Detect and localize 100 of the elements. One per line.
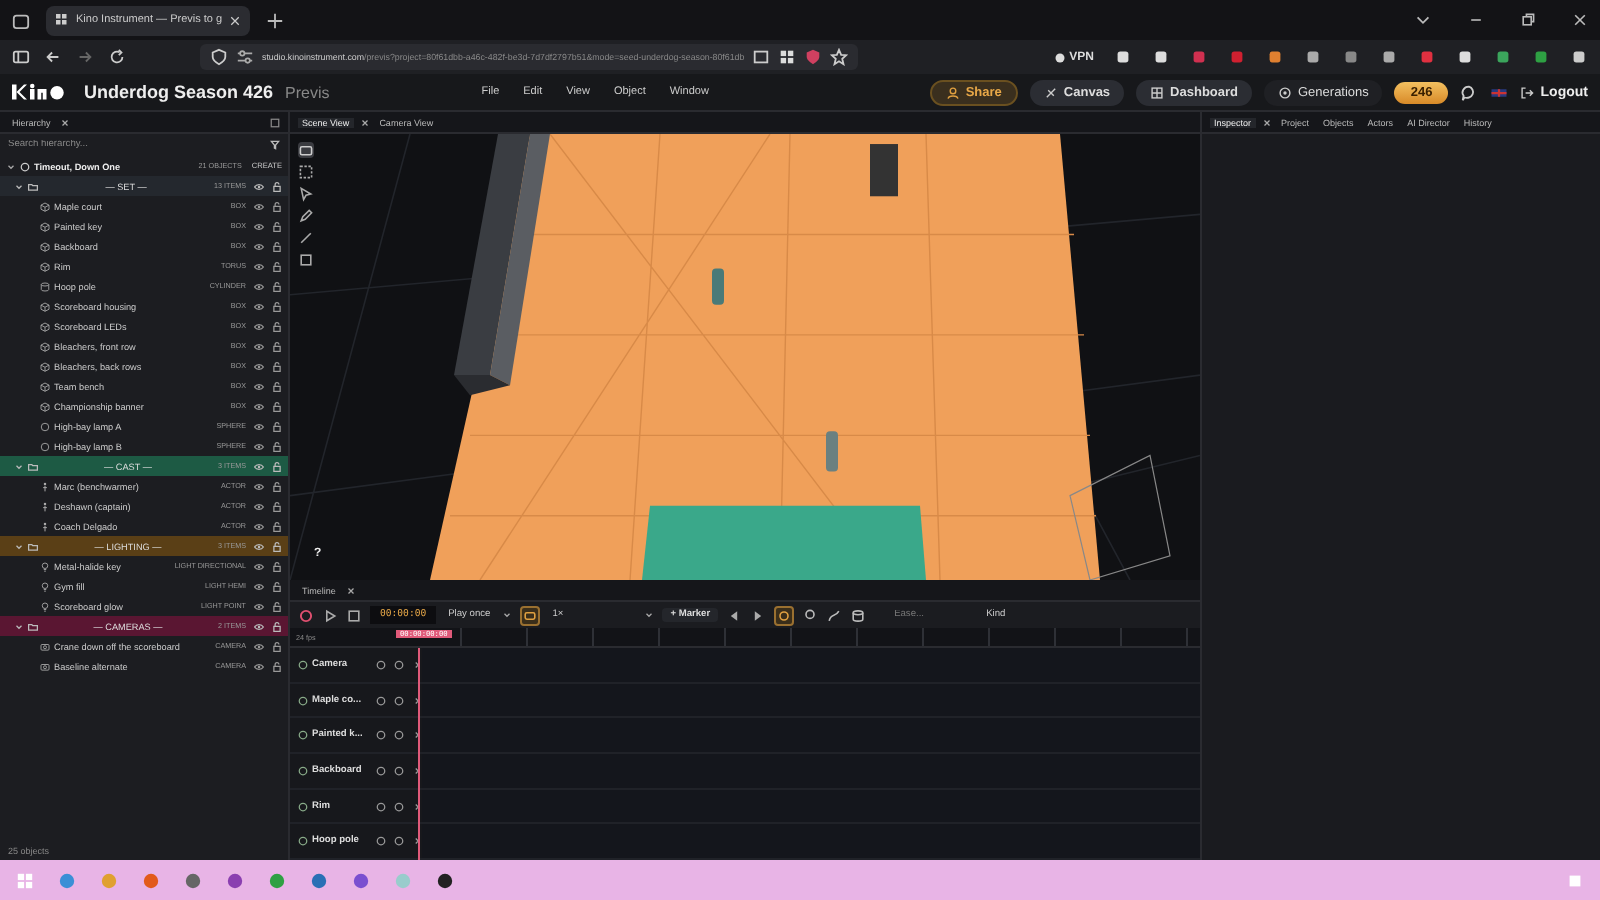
bulb-icon	[40, 601, 50, 611]
figure-icon	[40, 481, 50, 491]
curve-icon[interactable]	[826, 607, 843, 623]
camera-icon[interactable]	[298, 142, 314, 158]
play-icon[interactable]	[322, 607, 338, 623]
next-icon[interactable]	[750, 607, 767, 623]
folder-icon	[28, 461, 38, 471]
cube-icon	[40, 321, 50, 331]
cube-icon	[40, 341, 50, 351]
loop-icon[interactable]	[520, 605, 541, 625]
record-icon[interactable]	[298, 607, 314, 623]
cube-icon	[40, 401, 50, 411]
vpn-icon	[1053, 51, 1066, 63]
caret-icon[interactable]	[412, 730, 422, 741]
caret-icon[interactable]	[14, 621, 24, 631]
caret-icon[interactable]	[14, 461, 24, 471]
object-icon	[298, 730, 308, 741]
object-icon	[298, 659, 308, 670]
tab-favicon-icon	[56, 14, 68, 26]
object-icon	[298, 695, 308, 705]
stop-icon[interactable]	[346, 607, 362, 623]
square-icon[interactable]	[298, 252, 314, 268]
chevron-down-icon[interactable]	[1414, 11, 1432, 29]
bulb-icon	[40, 581, 50, 591]
project-subtitle: Previs	[285, 83, 330, 101]
project-title: Underdog Season 426	[84, 82, 274, 102]
figure-icon	[40, 501, 50, 511]
caret-icon[interactable]	[412, 765, 422, 776]
cube-icon	[40, 301, 50, 311]
cube-icon	[40, 241, 50, 251]
caret-icon[interactable]	[412, 659, 422, 670]
person-icon	[945, 85, 960, 99]
object-icon	[298, 836, 308, 847]
caret-icon[interactable]	[644, 610, 655, 620]
figure-icon	[40, 521, 50, 531]
forward-icon[interactable]	[76, 48, 94, 66]
caret-icon[interactable]	[14, 181, 24, 191]
camera-icon	[40, 661, 50, 671]
extension-icon[interactable]	[1152, 48, 1170, 66]
start-icon[interactable]	[16, 871, 34, 889]
flag-icon[interactable]	[1490, 83, 1509, 101]
folder-icon	[28, 541, 38, 551]
scene-drawing[interactable]	[290, 134, 1200, 580]
select-icon[interactable]	[298, 164, 314, 180]
caret-icon[interactable]	[14, 541, 24, 551]
restore-icon[interactable]	[1520, 12, 1536, 28]
shield-icon	[210, 48, 228, 66]
target-icon[interactable]	[774, 605, 795, 625]
chat-icon[interactable]	[1460, 83, 1479, 101]
extension-icon[interactable]	[1114, 48, 1132, 66]
line-icon[interactable]	[298, 230, 314, 246]
close-icon[interactable]	[230, 15, 241, 25]
object-icon	[298, 801, 308, 812]
close-icon[interactable]	[359, 117, 370, 127]
caret-icon[interactable]	[412, 801, 422, 812]
extension-icon[interactable]	[1456, 48, 1474, 66]
workspaces-icon[interactable]	[12, 11, 30, 29]
back-icon[interactable]	[44, 48, 62, 66]
panel-menu-icon[interactable]	[270, 117, 280, 127]
extension-icon[interactable]	[1570, 48, 1588, 66]
cube-icon	[40, 361, 50, 371]
folder-icon	[28, 181, 38, 191]
caret-icon[interactable]	[412, 695, 422, 705]
reader-icon[interactable]	[752, 48, 771, 66]
caret-icon[interactable]	[6, 161, 16, 171]
caret-icon[interactable]	[502, 610, 513, 620]
close-icon[interactable]	[1572, 12, 1588, 28]
scene-icon	[20, 161, 30, 171]
close-icon[interactable]	[345, 585, 356, 595]
extension-icon[interactable]	[1304, 48, 1322, 66]
pointer-icon[interactable]	[298, 186, 314, 202]
cube-icon	[40, 381, 50, 391]
previous-icon[interactable]	[726, 607, 743, 623]
close-icon[interactable]	[60, 117, 71, 127]
pencil-icon[interactable]	[298, 208, 314, 224]
shield-icon[interactable]	[804, 48, 823, 66]
grid-icon[interactable]	[778, 48, 797, 66]
extension-icon[interactable]	[1266, 48, 1284, 66]
database-icon[interactable]	[850, 607, 867, 623]
taskbar-app-icon[interactable]	[436, 871, 454, 889]
cube-icon	[40, 221, 50, 231]
extension-icon[interactable]	[1494, 48, 1512, 66]
reload-icon[interactable]	[108, 48, 126, 66]
bulb-icon	[40, 561, 50, 571]
camera-icon	[40, 641, 50, 651]
new-tab-icon[interactable]	[266, 11, 284, 29]
star-icon[interactable]	[830, 48, 849, 66]
cube-icon	[40, 201, 50, 211]
dashboard-icon	[1150, 85, 1165, 99]
site-settings-icon[interactable]	[236, 48, 254, 66]
extension-icon[interactable]	[1532, 48, 1550, 66]
caret-icon[interactable]	[412, 836, 422, 847]
close-icon[interactable]	[1261, 117, 1272, 127]
extension-icon[interactable]	[1380, 48, 1398, 66]
cylinder-icon	[40, 281, 50, 291]
filter-icon[interactable]	[270, 140, 280, 150]
object-icon	[298, 765, 308, 776]
sidebar-icon[interactable]	[12, 48, 30, 66]
logout-icon	[1520, 85, 1535, 99]
cube-icon	[40, 261, 50, 271]
